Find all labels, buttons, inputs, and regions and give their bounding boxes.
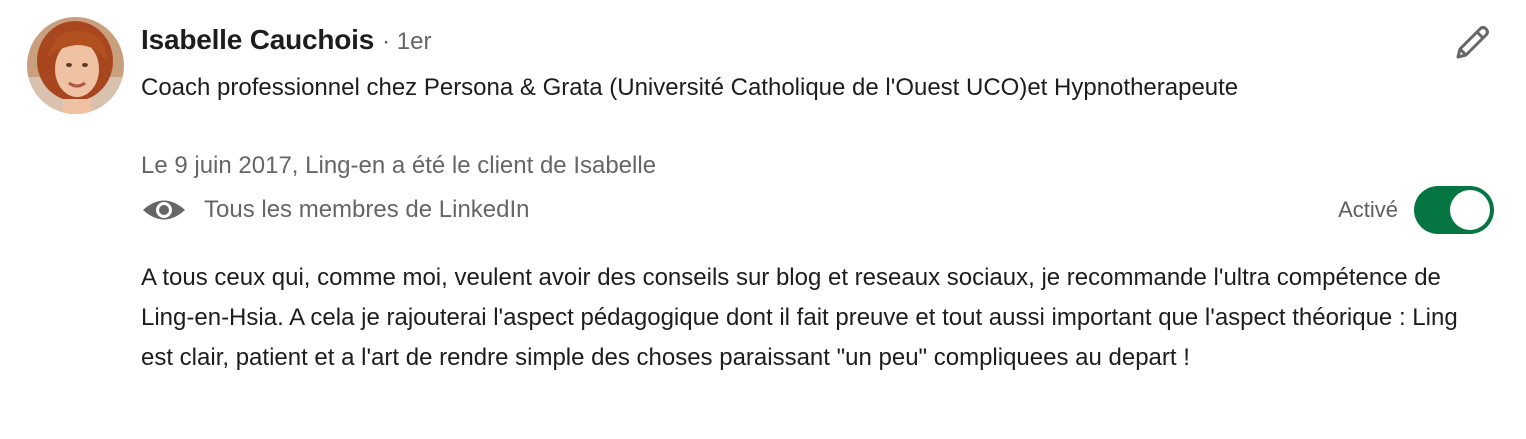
toggle-label: Activé xyxy=(1338,197,1398,222)
visibility-setting: Tous les membres de LinkedIn xyxy=(141,192,530,228)
avatar-image xyxy=(27,17,124,114)
eye-icon xyxy=(141,192,187,228)
edit-button[interactable] xyxy=(1446,17,1498,69)
recommender-name[interactable]: Isabelle Cauchois xyxy=(141,24,374,56)
pencil-icon xyxy=(1456,26,1489,59)
toggle-knob xyxy=(1450,190,1490,230)
recommendation-text: A tous ceux qui, comme moi, veulent avoi… xyxy=(141,264,1458,371)
recommender-headline: Coach professionnel chez Persona & Grata… xyxy=(141,74,1239,101)
visibility-toggle[interactable] xyxy=(1414,186,1494,234)
avatar[interactable] xyxy=(27,17,124,114)
visibility-toggle-group: Activé xyxy=(1338,186,1494,234)
connection-degree: · 1er xyxy=(382,28,432,55)
recommender-header: Isabelle Cauchois · 1er xyxy=(141,24,432,56)
visibility-label: Tous les membres de LinkedIn xyxy=(204,196,530,223)
relationship-info: Le 9 juin 2017, Ling-en a été le client … xyxy=(141,152,657,179)
